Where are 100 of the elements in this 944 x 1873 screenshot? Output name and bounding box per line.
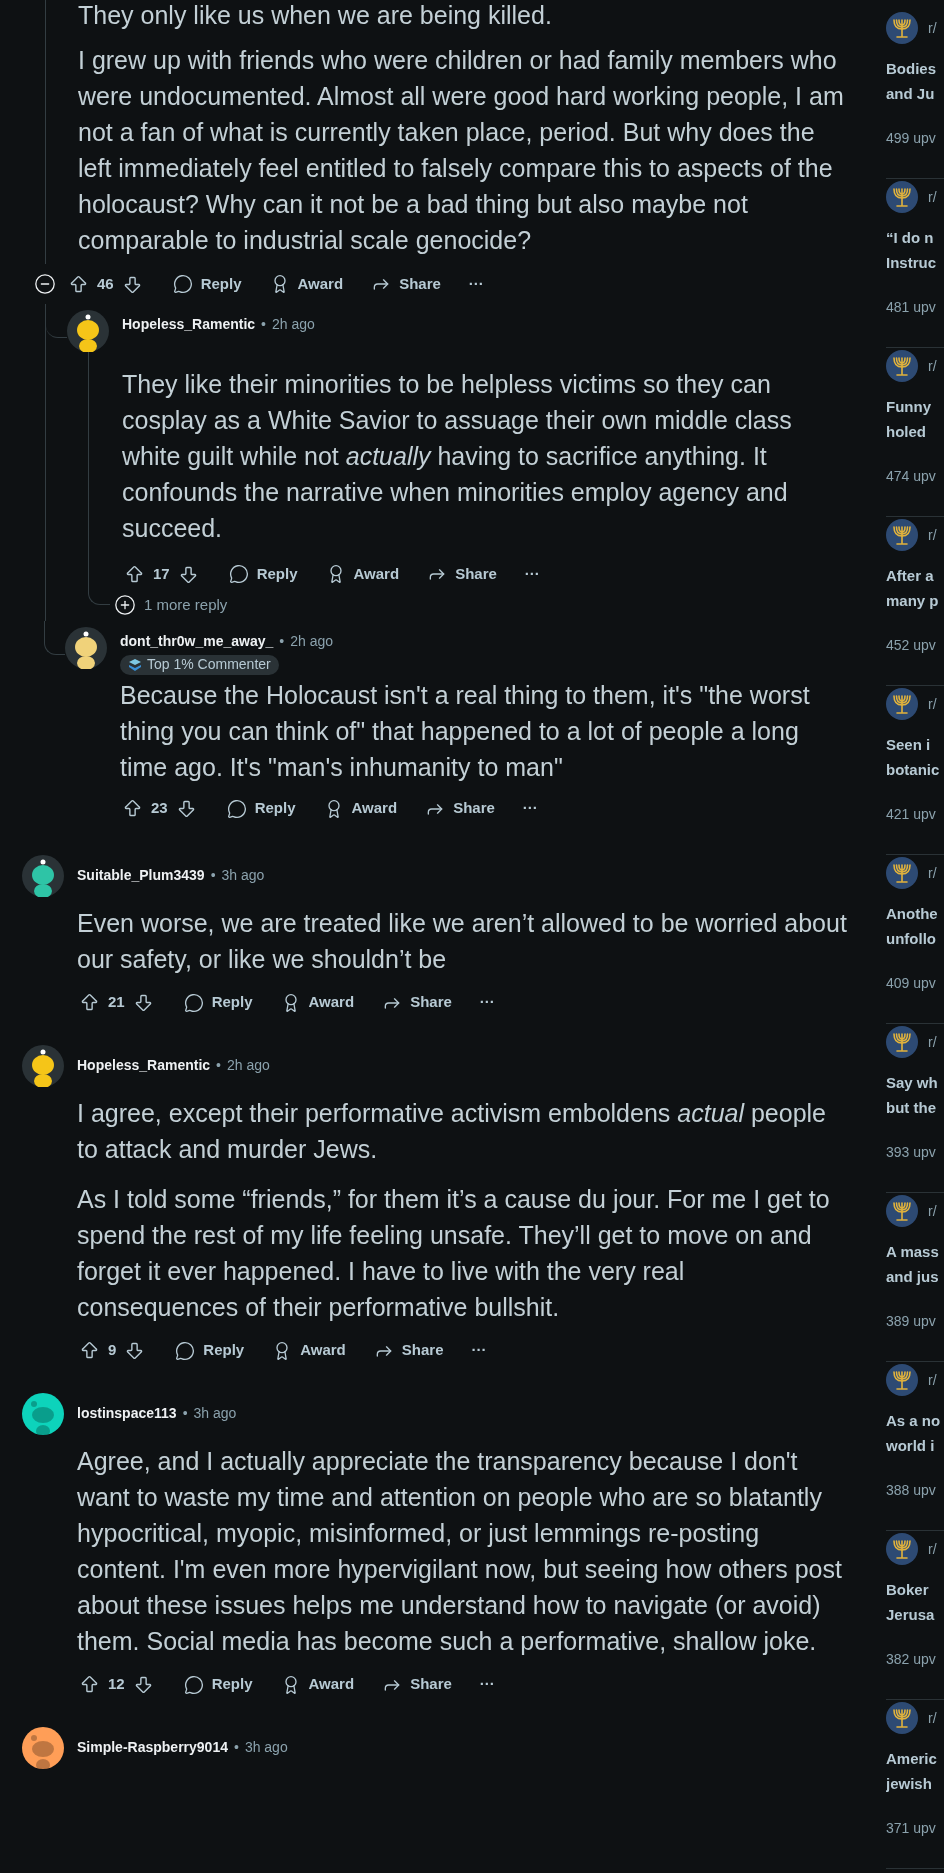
- post-title[interactable]: and jus: [886, 1264, 944, 1289]
- more-replies-button[interactable]: 1 more reply: [110, 594, 232, 617]
- post-title[interactable]: holed: [886, 419, 944, 444]
- community-name[interactable]: r/: [928, 1538, 937, 1560]
- reply-button[interactable]: Reply: [169, 985, 267, 1020]
- up-arrow-icon: [79, 1340, 100, 1361]
- separator-dot: •: [233, 1738, 239, 1757]
- post-title[interactable]: many p: [886, 588, 944, 613]
- more-options-button[interactable]: ···: [465, 985, 509, 1020]
- menorah-icon[interactable]: [886, 1026, 918, 1058]
- share-button[interactable]: Share: [411, 791, 509, 826]
- community-name[interactable]: r/: [928, 693, 937, 715]
- community-name[interactable]: r/: [928, 186, 937, 208]
- separator-dot: •: [216, 1056, 221, 1075]
- menorah-icon[interactable]: [886, 181, 918, 213]
- reply-button[interactable]: Reply: [161, 1333, 259, 1368]
- share-button[interactable]: Share: [368, 1667, 466, 1702]
- share-button[interactable]: Share: [368, 985, 466, 1020]
- username[interactable]: Hopeless_Ramentic: [122, 314, 256, 335]
- menorah-icon[interactable]: [886, 857, 918, 889]
- post-title[interactable]: After a: [886, 563, 944, 588]
- upvote-count: 409 upv: [886, 974, 937, 993]
- timestamp: 2h ago: [271, 315, 315, 334]
- avatar[interactable]: [22, 1392, 64, 1435]
- username[interactable]: dont_thr0w_me_away_: [120, 630, 274, 652]
- username[interactable]: Suitable_Plum3439: [77, 865, 205, 886]
- username[interactable]: Simple-Raspberry9014: [77, 1737, 228, 1758]
- reply-button[interactable]: Reply: [169, 1667, 267, 1702]
- username[interactable]: lostinspace113: [77, 1403, 177, 1424]
- post-title[interactable]: Jerusa: [886, 1602, 944, 1627]
- post-title[interactable]: but the: [886, 1095, 944, 1120]
- post-title[interactable]: world i: [886, 1433, 944, 1458]
- more-options-button[interactable]: ···: [465, 1667, 509, 1702]
- community-name[interactable]: r/: [928, 1031, 937, 1053]
- upvote-count: 452 upv: [886, 636, 937, 655]
- award-button[interactable]: Award: [311, 557, 414, 591]
- menorah-icon[interactable]: [886, 350, 918, 382]
- timestamp: 3h ago: [244, 1738, 288, 1757]
- community-name[interactable]: r/: [928, 355, 937, 377]
- award-button[interactable]: Award: [258, 1333, 360, 1368]
- post-title[interactable]: Seen i: [886, 732, 944, 757]
- community-name[interactable]: r/: [928, 1369, 937, 1391]
- reply-button[interactable]: Reply: [214, 557, 312, 591]
- post-title[interactable]: jewish: [886, 1771, 944, 1796]
- upvote-count: 393 upv: [886, 1143, 937, 1162]
- comment-text: I grew up with friends who were children or had family members who were undocumented. Almost all were good hard working people, I am not a fan of what is currently taken place, period. But why does the left immediately feel entitled to falsely compare this to aspects of the holocaust? Why can it not be a bad thing but also maybe not comparable to industrial scale genocide?: [78, 45, 845, 256]
- avatar[interactable]: [22, 1044, 64, 1087]
- menorah-icon[interactable]: [886, 12, 918, 44]
- award-button[interactable]: Award: [266, 985, 369, 1020]
- post-title[interactable]: A mass: [886, 1239, 944, 1264]
- username[interactable]: Hopeless_Ramentic: [77, 1055, 211, 1076]
- speech-bubble-icon: [172, 274, 193, 294]
- comment-text: I agree, except their performative activism emboldens actual people to attack and murder Jews.: [77, 1097, 828, 1165]
- share-button[interactable]: Share: [359, 1333, 458, 1368]
- post-title[interactable]: Funny: [886, 394, 944, 419]
- post-title[interactable]: Instruc: [886, 250, 944, 275]
- comment-text: They only like us when we are being killed.: [78, 0, 553, 30]
- upvote-count: 382 upv: [886, 1650, 937, 1669]
- community-name[interactable]: r/: [928, 1200, 937, 1222]
- award-button[interactable]: Award: [266, 1667, 369, 1702]
- post-title[interactable]: Americ: [886, 1746, 944, 1771]
- award-button[interactable]: Award: [255, 267, 358, 301]
- reply-button[interactable]: Reply: [158, 267, 256, 301]
- post-title[interactable]: As a no: [886, 1408, 944, 1433]
- more-options-button[interactable]: ···: [508, 791, 552, 826]
- collapse-button[interactable]: [34, 273, 56, 295]
- more-options-button[interactable]: ···: [454, 267, 498, 301]
- menorah-icon[interactable]: [886, 1195, 918, 1227]
- post-title[interactable]: and Ju: [886, 81, 944, 106]
- share-button[interactable]: Share: [357, 267, 455, 301]
- community-name[interactable]: r/: [928, 862, 937, 884]
- more-options-button[interactable]: ···: [510, 557, 554, 591]
- post-title[interactable]: Bodies: [886, 56, 944, 81]
- post-title[interactable]: Boker: [886, 1577, 944, 1602]
- community-name[interactable]: r/: [928, 17, 937, 39]
- avatar[interactable]: [22, 1726, 64, 1769]
- separator-dot: •: [210, 866, 216, 885]
- timestamp: 3h ago: [193, 1404, 237, 1423]
- menorah-icon[interactable]: [886, 1364, 918, 1396]
- vote-count: 12: [108, 1674, 125, 1695]
- menorah-icon[interactable]: [886, 1702, 918, 1734]
- community-name[interactable]: r/: [928, 1707, 937, 1729]
- share-button[interactable]: Share: [413, 557, 511, 591]
- post-title[interactable]: botanic: [886, 757, 944, 782]
- avatar[interactable]: [22, 854, 64, 897]
- post-title[interactable]: “I do n: [886, 225, 944, 250]
- menorah-icon[interactable]: [886, 1533, 918, 1565]
- timestamp: 2h ago: [226, 1056, 270, 1075]
- menorah-icon[interactable]: [886, 519, 918, 551]
- post-title[interactable]: Say wh: [886, 1070, 944, 1095]
- post-title[interactable]: unfollo: [886, 926, 944, 951]
- community-name[interactable]: r/: [928, 524, 937, 546]
- award-button[interactable]: Award: [309, 791, 412, 826]
- avatar[interactable]: [67, 310, 109, 352]
- more-options-button[interactable]: ···: [457, 1333, 501, 1368]
- reply-button[interactable]: Reply: [212, 791, 310, 826]
- post-title[interactable]: Anothe: [886, 901, 944, 926]
- avatar[interactable]: [65, 626, 107, 669]
- vote-count: 17: [153, 563, 170, 584]
- menorah-icon[interactable]: [886, 688, 918, 720]
